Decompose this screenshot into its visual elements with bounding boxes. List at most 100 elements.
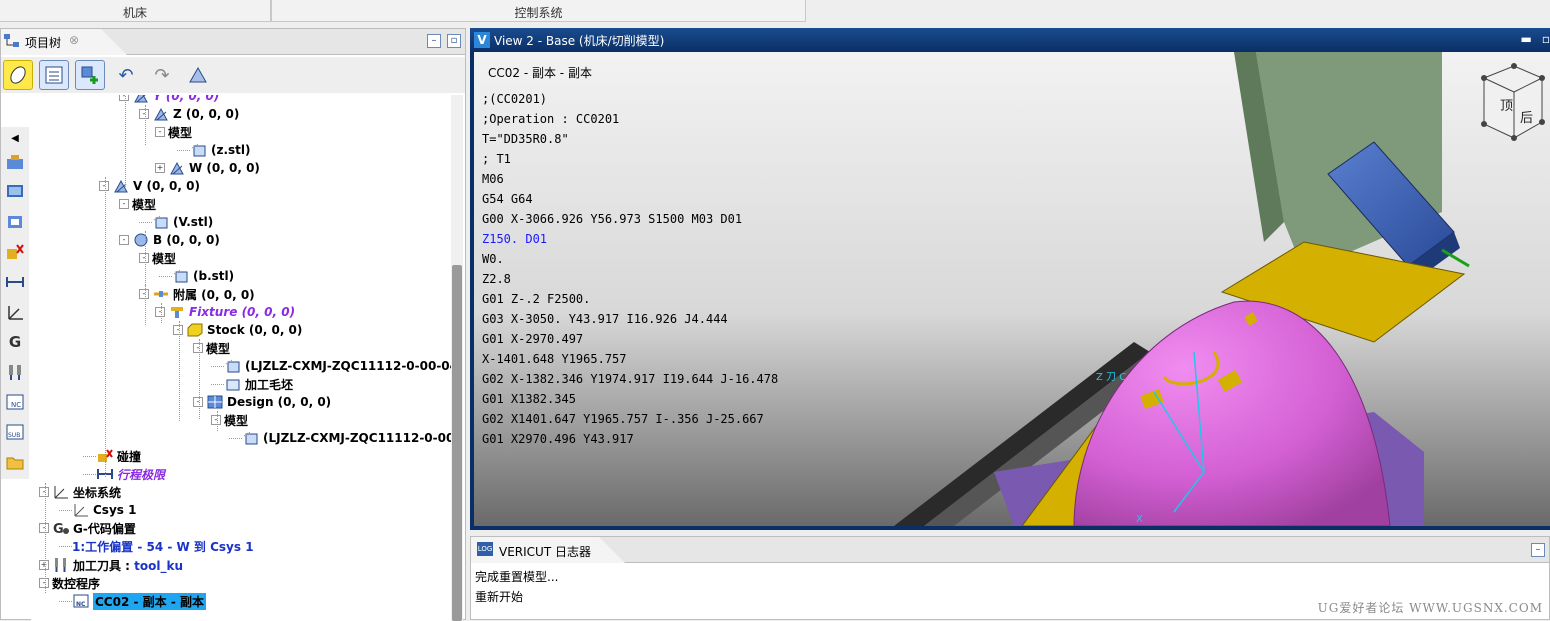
log-line: 重新开始 (475, 590, 524, 604)
collapse-icon[interactable]: - (39, 523, 49, 533)
gcode-line: ;(CC0201) (482, 92, 548, 106)
log-tabbar: LOG VERICUT 日志器 – (471, 537, 1549, 563)
tree-guide-line (145, 105, 146, 145)
expand-icon[interactable]: + (155, 163, 165, 173)
display-icon[interactable] (4, 181, 26, 203)
folder-icon[interactable] (4, 451, 26, 473)
tree-node[interactable]: - 附属 (0, 0, 0) (139, 285, 255, 303)
coordinate-icon[interactable] (4, 301, 26, 323)
subroutine-icon[interactable]: SUB (4, 421, 26, 443)
minimize-button[interactable]: – (427, 34, 441, 48)
properties-icon[interactable] (39, 60, 69, 90)
collapse-icon[interactable]: - (119, 235, 129, 245)
tree-node-label: Design (0, 0, 0) (227, 395, 332, 409)
tool-icon[interactable] (4, 361, 26, 383)
tree-node[interactable]: - Stock (0, 0, 0) (173, 321, 302, 339)
tree-scrollbar-thumb[interactable] (452, 265, 462, 621)
tree-guide-line (179, 321, 180, 421)
log-body: 完成重置模型... 重新开始 (475, 567, 558, 607)
rotary-icon (132, 232, 150, 248)
collapse-icon[interactable]: - (139, 109, 149, 119)
tree-node[interactable]: (LJZLZ-CXMJ-ZQC11112-0-00-04_15 (211, 357, 459, 375)
collapse-icon[interactable]: - (99, 181, 109, 191)
tree-node-label: 行程极限 (117, 467, 166, 482)
gcode-line: G01 X1382.345 (482, 392, 576, 406)
view-maximize-button[interactable]: ▫ (1542, 32, 1550, 46)
add-component-icon[interactable] (75, 60, 105, 90)
restore-button[interactable]: ▫ (447, 34, 461, 48)
tree-node-label: Csys 1 (93, 503, 137, 517)
view-minimize-button[interactable]: ▬ (1521, 32, 1532, 46)
tree-node[interactable]: + W (0, 0, 0) (155, 159, 260, 177)
tree-node[interactable]: NC CC02 - 副本 - 副本 (59, 592, 206, 610)
travel-icon[interactable] (4, 271, 26, 293)
watermark: UG爱好者论坛 WWW.UGSNX.COM (1317, 601, 1543, 615)
tree-connector (139, 221, 152, 223)
machine-icon[interactable] (4, 151, 26, 173)
gcode-icon[interactable]: G (4, 331, 26, 353)
tree-connector (211, 365, 224, 367)
tree-guide-line (161, 303, 162, 323)
tree-node[interactable]: - 坐标系统 (39, 483, 121, 501)
tree-node[interactable]: - 数控程序 (39, 574, 100, 592)
tree-node[interactable]: - Design (0, 0, 0) (193, 393, 331, 411)
tree-node[interactable]: - 模型 (119, 195, 156, 213)
tree-node-label: CC02 - 副本 - 副本 (93, 592, 206, 610)
collapse-icon[interactable]: - (173, 325, 183, 335)
tree-node[interactable]: 行程极限 (83, 465, 165, 483)
tree-node-label: 模型 (132, 197, 157, 212)
mouse-icon[interactable] (3, 60, 33, 90)
tree-node[interactable]: - G G-代码偏置 (39, 519, 136, 537)
tree-node[interactable]: 加工毛坯 (211, 375, 293, 393)
collapse-icon[interactable]: - (119, 95, 129, 101)
tree-guide-line (105, 177, 106, 477)
collapse-icon[interactable]: - (119, 199, 129, 209)
tree-scrollbar[interactable] (451, 95, 463, 621)
collapse-icon[interactable]: - (39, 487, 49, 497)
collapse-left-icon[interactable]: ◀ (4, 127, 26, 149)
collapse-icon[interactable]: - (211, 415, 221, 425)
collapse-icon[interactable]: - (155, 127, 165, 137)
log-tab[interactable]: LOG VERICUT 日志器 (471, 537, 625, 563)
3d-viewport[interactable]: Z 刀 C X 顶 后 CC02 - 副本 - 副本 ;(CC0201) ;Ope… (474, 52, 1550, 526)
collapse-icon[interactable]: - (39, 578, 49, 588)
expand-icon[interactable]: + (39, 560, 49, 570)
tree-node[interactable]: + 加工刀具 : tool_ku (39, 556, 183, 574)
nc-program-icon[interactable]: NC (4, 391, 26, 413)
tree-node[interactable]: Csys 1 (59, 501, 136, 519)
tree-node[interactable]: (V.stl) (139, 213, 213, 231)
tree-node[interactable]: (b.stl) (159, 267, 234, 285)
undo-icon[interactable]: ↶ (111, 60, 141, 90)
tree-node[interactable]: - V (0, 0, 0) (99, 177, 200, 195)
svg-text:NC: NC (76, 601, 86, 608)
tree-connector (159, 275, 172, 277)
redo-icon[interactable]: ↷ (147, 60, 177, 90)
close-icon[interactable]: ⊗ (69, 33, 79, 47)
axes-icon[interactable] (4, 211, 26, 233)
tree-node[interactable]: - Y (0, 0, 0) (119, 95, 219, 105)
move-icon[interactable] (183, 60, 213, 90)
view-window: V View 2 - Base (机床/切削模型) ▬ ▫ Z 刀 C X 顶 … (470, 28, 1550, 530)
collision-icon[interactable] (4, 241, 26, 263)
log-minimize-button[interactable]: – (1531, 543, 1545, 557)
gcode-line: G54 G64 (482, 192, 533, 206)
tree-node[interactable]: 1:工作偏置 - 54 - W 到 Csys 1 (59, 537, 254, 555)
collapse-icon[interactable]: - (193, 343, 203, 353)
collapse-icon[interactable]: - (139, 289, 149, 299)
project-tree-tabbar: 项目树 ⊗ – ▫ (1, 29, 465, 55)
tree-node[interactable]: 碰撞 (83, 447, 141, 465)
tree-node[interactable]: (LJZLZ-CXMJ-ZQC11112-0-00-04 (229, 429, 459, 447)
project-tree-tab[interactable]: 项目树 ⊗ (1, 29, 127, 55)
control-header-tab[interactable]: 控制系统 (271, 0, 806, 22)
collapse-icon[interactable]: - (193, 397, 203, 407)
tree-node-label: 模型 (206, 341, 231, 356)
tree-node[interactable]: - 模型 (155, 123, 192, 141)
collapse-icon[interactable]: - (139, 253, 149, 263)
tree-node-label: G-代码偏置 (73, 521, 136, 536)
tree-node[interactable]: - Z (0, 0, 0) (139, 105, 239, 123)
tree-node[interactable]: - Fixture (0, 0, 0) (155, 303, 295, 321)
tree-node[interactable]: (z.stl) (177, 141, 251, 159)
tree-node[interactable]: - B (0, 0, 0) (119, 231, 220, 249)
collapse-icon[interactable]: - (155, 307, 165, 317)
machine-header-tab[interactable]: 机床 (0, 0, 271, 22)
